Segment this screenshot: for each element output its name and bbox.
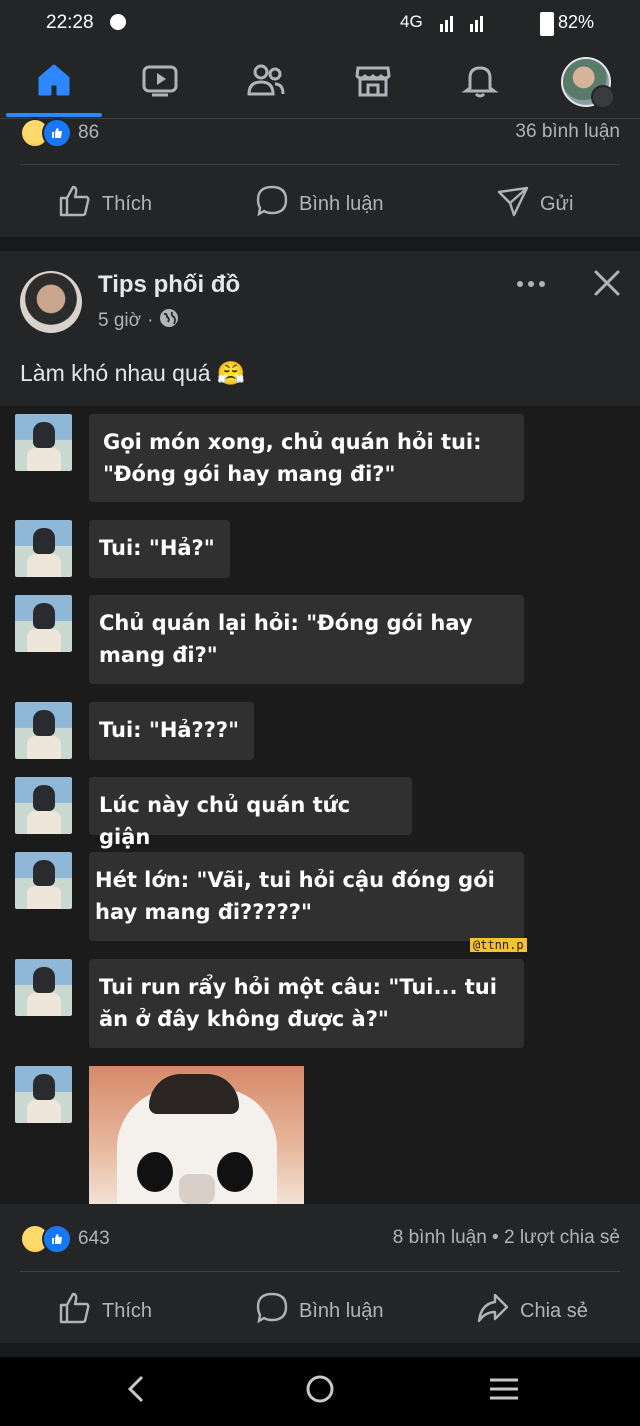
video-icon (140, 60, 180, 105)
chat-bubble: Tui run rẩy hỏi một câu: "Tui... tui ăn … (89, 959, 524, 1048)
send-label: Gửi (540, 192, 574, 215)
comment-icon (255, 1291, 289, 1331)
post-meta: 5 giờ · (98, 308, 179, 334)
tab-watch[interactable] (120, 46, 200, 118)
status-time: 22:28 (46, 12, 94, 33)
like-reaction-icon (42, 1224, 72, 1254)
meta-separator: · (147, 310, 154, 331)
battery-icon (540, 12, 554, 36)
tab-profile[interactable] (546, 46, 626, 118)
share-button[interactable]: Chia sẻ (476, 1291, 588, 1331)
share-icon (476, 1291, 510, 1331)
cat-eye (217, 1152, 253, 1192)
signal-icon (440, 14, 500, 37)
speaker-avatar (15, 959, 72, 1016)
marketplace-icon (353, 60, 393, 105)
post-separator (0, 1343, 640, 1357)
speaker-avatar (15, 414, 72, 471)
chat-bubble: Hét lớn: "Vãi, tui hỏi cậu đóng gói hay … (89, 852, 524, 941)
reaction-count: 643 (78, 1228, 110, 1249)
tab-friends[interactable] (226, 46, 306, 118)
menu-icon (591, 85, 615, 109)
friends-icon (245, 60, 287, 105)
like-label: Thích (102, 192, 153, 215)
top-tab-bar (0, 46, 640, 119)
post-caption: Làm khó nhau quá 😤 (20, 360, 246, 386)
divider (20, 1271, 620, 1272)
chat-bubble: Tui: "Hả?" (89, 520, 230, 578)
battery-level: 82% (558, 12, 595, 32)
like-reaction-icon (42, 118, 72, 148)
speaker-avatar (15, 702, 72, 759)
tab-home[interactable] (14, 46, 94, 118)
post-time[interactable]: 5 giờ (98, 310, 141, 332)
tab-marketplace[interactable] (333, 46, 413, 118)
back-button[interactable] (96, 1357, 176, 1426)
home-circle-icon (305, 1374, 335, 1409)
chat-bubble: Chủ quán lại hỏi: "Đóng gói hay mang đi?… (89, 595, 524, 684)
globe-icon (159, 308, 179, 334)
share-label: Chia sẻ (520, 1299, 588, 1322)
more-icon (515, 281, 547, 302)
status-bar: 22:28 4G 82% (0, 0, 640, 46)
post-separator (0, 237, 640, 251)
prev-send-button[interactable]: Gửi (496, 184, 573, 224)
speaker-avatar (15, 777, 72, 834)
close-icon (592, 270, 622, 302)
messenger-notification-icon (110, 14, 126, 30)
prev-comment-count[interactable]: 36 bình luận (515, 121, 620, 143)
home-icon (34, 60, 74, 105)
post-stats[interactable]: 8 bình luận • 2 lượt chia sẻ (393, 1227, 620, 1249)
cat-meme-image (89, 1066, 304, 1204)
page-avatar[interactable] (20, 271, 82, 333)
speaker-avatar (15, 520, 72, 577)
like-icon (58, 1291, 92, 1331)
send-icon (496, 184, 530, 224)
comment-label: Bình luận (299, 192, 384, 215)
cat-nose (179, 1174, 215, 1204)
cat-eye (137, 1152, 173, 1192)
speaker-avatar (15, 595, 72, 652)
like-icon (58, 184, 92, 224)
system-nav-bar (0, 1357, 640, 1426)
recents-icon (488, 1377, 520, 1406)
prev-reaction-count: 86 (78, 122, 100, 143)
comment-icon (255, 184, 289, 224)
cat-hair (149, 1074, 239, 1114)
bell-icon (460, 60, 500, 105)
speaker-avatar (15, 852, 72, 909)
recents-button[interactable] (464, 1357, 544, 1426)
comment-label: Bình luận (299, 1299, 384, 1322)
like-label: Thích (102, 1299, 153, 1322)
chat-bubble: Tui: "Hả???" (89, 702, 254, 760)
post-reactions[interactable]: 643 (20, 1224, 320, 1254)
page-name[interactable]: Tips phối đồ (98, 271, 240, 299)
chat-bubble: Gọi món xong, chủ quán hỏi tui: "Đóng gó… (89, 414, 524, 502)
divider (20, 164, 620, 165)
like-button[interactable]: Thích (58, 1291, 152, 1331)
comment-button[interactable]: Bình luận (255, 1291, 384, 1331)
watermark: @ttnn.p (470, 938, 527, 952)
more-options-button[interactable] (515, 270, 547, 298)
speaker-avatar (15, 1066, 72, 1123)
prev-like-button[interactable]: Thích (58, 184, 152, 224)
hide-post-button[interactable] (592, 268, 622, 298)
profile-avatar (561, 57, 615, 109)
back-icon (124, 1374, 148, 1409)
chat-bubble: Lúc này chủ quán tức giận (89, 777, 412, 849)
post-image[interactable]: Gọi món xong, chủ quán hỏi tui: "Đóng gó… (0, 406, 640, 1204)
network-indicator: 4G (400, 12, 423, 31)
tab-notifications[interactable] (440, 46, 520, 118)
prev-comment-button[interactable]: Bình luận (255, 184, 384, 224)
active-tab-indicator (6, 113, 102, 117)
home-button[interactable] (280, 1357, 360, 1426)
